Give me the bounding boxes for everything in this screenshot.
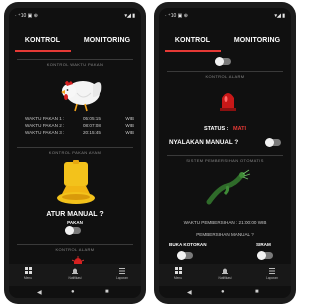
tab-monitoring[interactable]: MONITORING	[229, 37, 285, 44]
buka-kotoran-label: BUKA KOTORAN	[169, 242, 207, 247]
grid-icon	[175, 267, 182, 274]
nav-laporan-label: Laporan	[266, 276, 278, 280]
screen-right: · ⁺10 ▣ ⊕ ▾◢ ▮ KONTROL MONITORING KONTRO…	[159, 8, 291, 298]
nav-notifikasi-label: Notifikasi	[218, 276, 232, 280]
section-label-pembersihan: SISTEM PEMBERSIHAN OTOMATIS	[167, 155, 283, 163]
alarm-status-label: STATUS :	[203, 126, 229, 132]
bell-icon	[72, 268, 78, 274]
tab-bar: KONTROL MONITORING	[9, 31, 141, 53]
manual-feed-heading: ATUR MANUAL ?	[46, 211, 104, 218]
status-bar: · ⁺10 ▣ ⊕ ▾◢ ▮	[15, 12, 135, 21]
buka-kotoran-toggle[interactable]	[177, 251, 193, 260]
feed-time-label: WAKTU PAKAN 1 :	[25, 116, 65, 121]
nav-notifikasi[interactable]: Notifikasi	[210, 267, 240, 280]
siram-label: SIRAM	[256, 242, 271, 247]
feed-time-value: 05:05:15	[83, 116, 101, 121]
alarm-status-value: MATI	[233, 126, 247, 132]
active-tab-indicator	[15, 50, 71, 52]
feed-time-unit: WIB	[125, 116, 134, 121]
recents-icon[interactable]: ■	[105, 289, 109, 295]
section-label-pakan-ayam: KONTROL PAKAN AYAM	[17, 147, 133, 155]
status-bar-right: ▾◢ ▮	[124, 13, 136, 19]
section-label-alarm: KONTROL ALARM	[17, 244, 133, 252]
section-label-alarm: KONTROL ALARM	[167, 71, 283, 79]
alarm-status: STATUS : MATI	[159, 126, 291, 132]
list-icon	[119, 268, 125, 274]
bell-icon	[222, 268, 228, 274]
feed-time-unit: WIB	[125, 123, 134, 128]
recents-icon[interactable]: ■	[255, 289, 259, 295]
toggle-knob	[265, 138, 274, 147]
list-icon	[269, 268, 275, 274]
nav-laporan[interactable]: Laporan	[257, 267, 287, 280]
system-nav-bar: ◀ ● ■	[159, 286, 291, 298]
cleaning-hose-image	[206, 169, 251, 205]
feed-time-value: 08:07:08	[83, 123, 101, 128]
nav-menu-label: Menu	[24, 276, 32, 280]
system-nav-bar: ◀ ● ■	[9, 286, 141, 298]
home-icon[interactable]: ●	[71, 289, 75, 295]
nav-menu[interactable]: Menu	[13, 267, 43, 280]
feed-time-label: WAKTU PAKAN 2 :	[25, 123, 65, 128]
feeder-image	[57, 160, 95, 204]
toggle-knob	[177, 251, 186, 260]
tab-bar: KONTROL MONITORING	[159, 31, 291, 53]
section-label-waktu-pakan: KONTROL WAKTU PAKAN	[17, 59, 133, 67]
nav-laporan[interactable]: Laporan	[107, 267, 137, 280]
toggle-knob	[215, 57, 224, 66]
active-tab-indicator	[165, 50, 221, 52]
toggle-knob	[65, 226, 74, 235]
nav-notifikasi-label: Notifikasi	[68, 276, 82, 280]
feed-time-row-1: WAKTU PAKAN 1 : 05:05:15 WIB	[25, 116, 134, 122]
alarm-manual-toggle[interactable]	[265, 138, 281, 147]
bottom-nav: Menu Notifikasi Laporan	[159, 264, 291, 286]
screen-left: · ⁺10 ▣ ⊕ ▾◢ ▮ KONTROL MONITORING KONTRO…	[9, 8, 141, 298]
status-bar-left: · ⁺10 ▣ ⊕	[15, 13, 38, 19]
feed-time-label: WAKTU PAKAN 3 :	[25, 130, 65, 135]
nav-notifikasi[interactable]: Notifikasi	[60, 267, 90, 280]
home-icon[interactable]: ●	[221, 289, 225, 295]
pembersihan-manual-label: PEMBERSIHAN MANUAL ?	[196, 232, 254, 237]
phone-frame-left: · ⁺10 ▣ ⊕ ▾◢ ▮ KONTROL MONITORING KONTRO…	[4, 2, 146, 304]
bottom-nav: Menu Notifikasi Laporan	[9, 264, 141, 286]
back-icon[interactable]: ◀	[187, 289, 192, 296]
back-icon[interactable]: ◀	[37, 289, 42, 296]
tab-kontrol[interactable]: KONTROL	[169, 37, 216, 44]
status-bar: · ⁺10 ▣ ⊕ ▾◢ ▮	[165, 12, 285, 21]
nav-menu[interactable]: Menu	[163, 267, 193, 280]
alarm-light-icon	[220, 93, 236, 111]
feed-time-row-2: WAKTU PAKAN 2 : 08:07:08 WIB	[25, 123, 134, 129]
tab-kontrol[interactable]: KONTROL	[19, 37, 66, 44]
toggle-knob	[257, 251, 266, 260]
nyalakan-manual-label: NYALAKAN MANUAL ?	[169, 139, 239, 146]
chicken-image	[61, 81, 102, 112]
status-bar-right: ▾◢ ▮	[274, 13, 286, 19]
tab-monitoring[interactable]: MONITORING	[79, 37, 135, 44]
feed-time-unit: WIB	[125, 130, 134, 135]
waktu-pembersihan: WAKTU PEMBERSIHAN : 21:00:00 WIB	[183, 220, 267, 225]
pakan-label: PAKAN	[67, 220, 83, 225]
status-bar-left: · ⁺10 ▣ ⊕	[165, 13, 188, 19]
nav-menu-label: Menu	[174, 276, 182, 280]
grid-icon	[25, 267, 32, 274]
phone-frame-right: · ⁺10 ▣ ⊕ ▾◢ ▮ KONTROL MONITORING KONTRO…	[154, 2, 296, 304]
pakan-toggle[interactable]	[215, 57, 231, 66]
feed-time-row-3: WAKTU PAKAN 3 : 20:15:45 WIB	[25, 130, 134, 136]
nav-laporan-label: Laporan	[116, 276, 128, 280]
siram-toggle[interactable]	[257, 251, 273, 260]
pakan-toggle[interactable]	[65, 226, 81, 235]
feed-time-value: 20:15:45	[83, 130, 101, 135]
